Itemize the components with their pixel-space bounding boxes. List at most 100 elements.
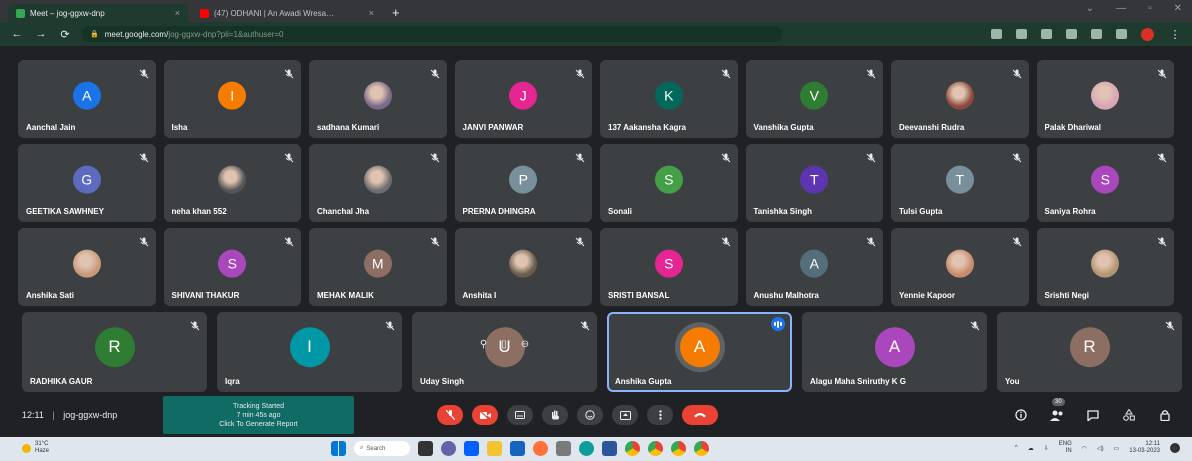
address-bar[interactable]: 🔒 meet.google.com/jog-ggxw-dnp?pli=1&aut… — [82, 26, 782, 42]
captions-button[interactable] — [507, 405, 533, 425]
back-button[interactable]: ← — [10, 28, 24, 40]
camera-off-button[interactable] — [472, 405, 498, 425]
mic-off-button[interactable] — [437, 405, 463, 425]
participant-tile[interactable]: T Tanishka Singh — [745, 144, 883, 222]
participant-tile[interactable]: K 137 Aakansha Kagra — [600, 60, 738, 138]
chat-button[interactable] — [1086, 408, 1100, 422]
raise-hand-button[interactable] — [542, 405, 568, 425]
file-explorer-icon[interactable] — [487, 441, 502, 456]
camera-icon[interactable] — [991, 29, 1002, 39]
share-icon[interactable] — [1016, 29, 1027, 39]
edge-icon[interactable] — [579, 441, 594, 456]
new-tab-button[interactable]: + — [386, 4, 406, 22]
avatar: V — [800, 81, 829, 110]
store-icon[interactable] — [510, 441, 525, 456]
sidebar-icon[interactable] — [1116, 29, 1127, 39]
participant-tile[interactable]: U ⚲ ▯ ⊖ Uday Singh — [412, 312, 597, 392]
profile-avatar[interactable] — [1141, 27, 1154, 41]
participant-tile[interactable]: Anshita I — [454, 228, 592, 306]
chrome-icon-1[interactable] — [625, 441, 640, 456]
participant-tile[interactable]: S SRISTI BANSAL — [600, 228, 738, 306]
cloud-icon[interactable]: ☁ — [1028, 445, 1034, 452]
participant-tile[interactable]: S SHIVANI THAKUR — [163, 228, 301, 306]
participant-tile[interactable]: Srishti Negi — [1036, 228, 1174, 306]
taskbar-clock[interactable]: 12:11 13-03-2023 — [1129, 441, 1160, 455]
activities-button[interactable] — [1122, 408, 1136, 422]
participant-tile[interactable]: S Sonali — [600, 144, 738, 222]
chrome-icon-2[interactable] — [648, 441, 663, 456]
dropbox-icon[interactable] — [464, 441, 479, 456]
weather-widget[interactable]: 31°C Haze — [22, 441, 49, 455]
participant-tile[interactable]: V Vanshika Gupta — [745, 60, 883, 138]
minimize-button[interactable]: — — [1116, 3, 1126, 14]
present-button[interactable] — [612, 405, 638, 425]
people-button[interactable]: 30 — [1050, 398, 1065, 422]
chrome-icon-4[interactable] — [694, 441, 709, 456]
avatar-initial: S — [227, 255, 237, 272]
host-controls-button[interactable] — [1158, 408, 1172, 422]
chrome-icon-3[interactable] — [671, 441, 686, 456]
more-menu-icon[interactable]: ⋮ — [1168, 28, 1182, 41]
close-icon[interactable]: × — [175, 8, 180, 18]
avatar: I — [218, 81, 247, 110]
participant-tile[interactable]: Deevanshi Rudra — [891, 60, 1029, 138]
tile-hover-controls: ⚲ ▯ ⊖ — [480, 339, 529, 350]
language-indicator[interactable]: ENG IN — [1059, 441, 1072, 455]
participant-tile[interactable]: sadhana Kumari — [309, 60, 447, 138]
puzzle-icon[interactable] — [1091, 29, 1102, 39]
participant-tile[interactable]: neha khan 552 — [163, 144, 301, 222]
participant-tile[interactable]: G GEETIKA SAWHNEY — [18, 144, 156, 222]
chevron-up-icon[interactable]: ^ — [1015, 445, 1018, 451]
participant-tile[interactable]: P PRERNA DHINGRA — [454, 144, 592, 222]
participant-tile[interactable]: A Anushu Malhotra — [745, 228, 883, 306]
participant-tile[interactable]: R You — [997, 312, 1182, 392]
participant-tile[interactable]: A Aanchal Jain — [18, 60, 156, 138]
battery-icon[interactable]: ▭ — [1114, 445, 1120, 452]
tracking-notice-button[interactable]: Tracking Started 7 min 45s ago Click To … — [163, 396, 354, 434]
participant-tile[interactable]: I Isha — [163, 60, 301, 138]
mute-icon[interactable]: ▯ — [501, 339, 507, 350]
info-button[interactable] — [1014, 408, 1028, 422]
reload-button[interactable]: ⟳ — [58, 28, 72, 41]
leave-call-button[interactable] — [682, 405, 718, 425]
avatar-initial: A — [82, 87, 92, 104]
more-options-button[interactable] — [647, 405, 673, 425]
extension-icon[interactable] — [1066, 29, 1077, 39]
star-icon[interactable] — [1041, 29, 1052, 39]
wifi-icon[interactable]: ◠ — [1082, 445, 1087, 452]
participant-tile[interactable]: S Saniya Rohra — [1036, 144, 1174, 222]
emoji-button[interactable] — [577, 405, 603, 425]
participant-tile[interactable]: T Tulsi Gupta — [891, 144, 1029, 222]
close-icon[interactable]: × — [369, 8, 374, 18]
usb-icon[interactable]: ⇩ — [1044, 445, 1049, 452]
volume-icon[interactable]: ◁) — [1097, 445, 1104, 452]
calculator-icon[interactable] — [556, 441, 571, 456]
remove-icon[interactable]: ⊖ — [521, 339, 529, 350]
participant-tile[interactable]: J JANVI PANWAR — [454, 60, 592, 138]
participant-tile[interactable]: Anshika Sati — [18, 228, 156, 306]
notification-icon[interactable] — [1170, 443, 1180, 453]
pin-icon[interactable]: ⚲ — [480, 339, 487, 350]
close-window-button[interactable]: ✕ — [1174, 3, 1182, 14]
windows-start-icon[interactable] — [331, 441, 346, 456]
taskbar-search[interactable]: ⌕ Search — [354, 441, 410, 456]
firefox-icon[interactable] — [533, 441, 548, 456]
participant-tile[interactable]: Chanchal Jha — [309, 144, 447, 222]
tab-youtube[interactable]: (47) ODHANI | An Awadi Wresa… × — [192, 4, 382, 22]
participant-tile[interactable]: Palak Dhariwal — [1036, 60, 1174, 138]
participant-tile[interactable]: R RADHIKA GAUR — [22, 312, 207, 392]
maximize-button[interactable]: ▫ — [1148, 3, 1152, 14]
tab-meet[interactable]: Meet – jog-ggxw-dnp × — [8, 4, 188, 22]
url-host: meet.google.com/ — [104, 29, 169, 39]
participant-tile[interactable]: Yennie Kapoor — [891, 228, 1029, 306]
participant-tile[interactable]: A Alagu Maha Sniruthy K G — [802, 312, 987, 392]
word-icon[interactable] — [602, 441, 617, 456]
windows-taskbar: 31°C Haze ⌕ Search ^ ☁ ⇩ ENG IN ◠ ◁) ▭ 1… — [0, 437, 1192, 461]
chevron-down-icon[interactable]: ⌄ — [1086, 3, 1094, 14]
forward-button[interactable]: → — [34, 28, 48, 40]
participant-tile[interactable]: A Anshika Gupta — [607, 312, 792, 392]
participant-tile[interactable]: I Iqra — [217, 312, 402, 392]
task-view-icon[interactable] — [418, 441, 433, 456]
participant-tile[interactable]: M MEHAK MALIK — [309, 228, 447, 306]
chat-app-icon[interactable] — [441, 441, 456, 456]
